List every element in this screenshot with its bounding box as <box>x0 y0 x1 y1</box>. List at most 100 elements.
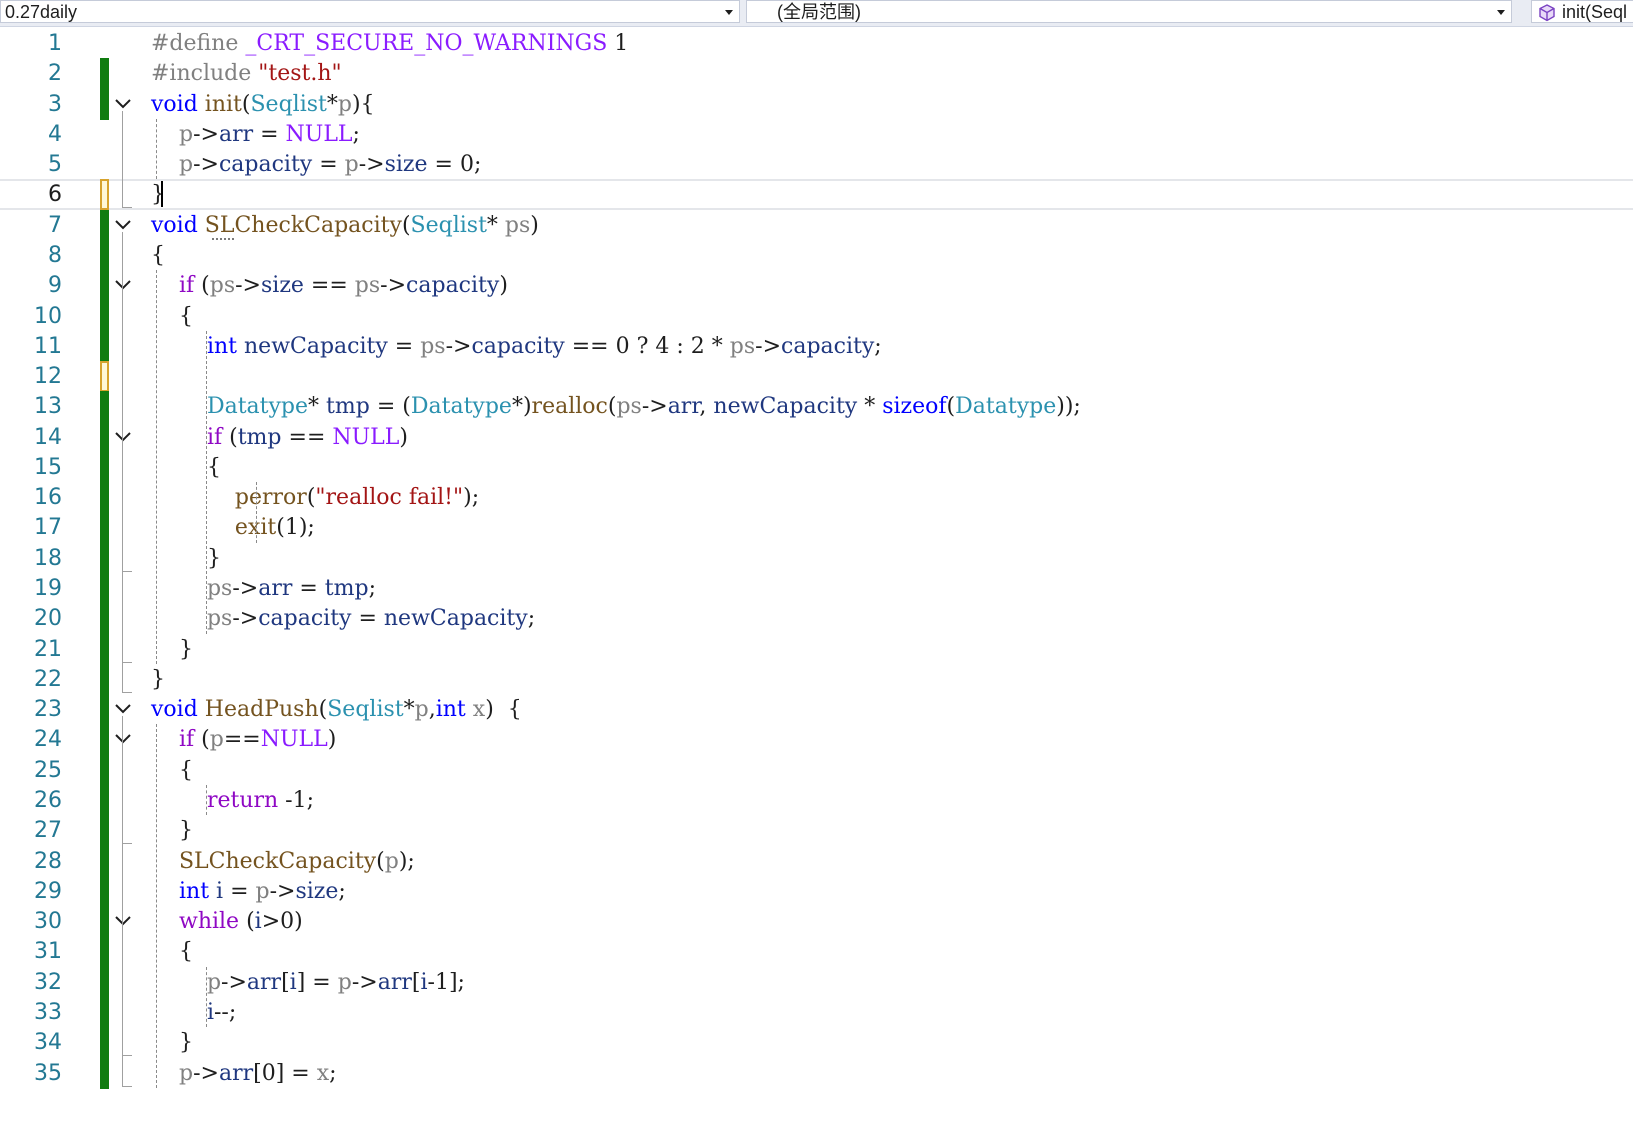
code-token: ps <box>206 606 233 632</box>
code-token: * <box>403 697 415 723</box>
code-line[interactable]: 5 p->capacity = p->size = 0; <box>0 149 1633 180</box>
code-line[interactable]: 8{ <box>0 239 1633 271</box>
code-line[interactable]: 26 return -1; <box>0 785 1633 816</box>
code-token: -> <box>641 394 668 420</box>
code-token: sizeof <box>882 394 947 420</box>
code-line[interactable]: 7 void SLCheckCapacity(Seqlist* ps) <box>0 209 1633 241</box>
code-line[interactable]: 35 p->arr[0] = x; <box>0 1057 1633 1089</box>
project-dropdown[interactable]: 0.27daily <box>0 0 740 23</box>
line-number: 14 <box>34 424 62 450</box>
code-line[interactable]: 18 } <box>0 542 1633 574</box>
code-line[interactable]: 17 exit(1); <box>0 512 1633 544</box>
code-line[interactable]: 28 SLCheckCapacity(p); <box>0 845 1633 877</box>
change-saved-marker <box>100 663 109 695</box>
code-line[interactable]: 2 #include "test.h" <box>0 58 1633 90</box>
code-line[interactable]: 16 perror("realloc fail!"); <box>0 482 1633 514</box>
code-line[interactable]: 20 ps->capacity = newCapacity; <box>0 603 1633 635</box>
scope-dropdown[interactable]: (全局范围) <box>746 0 1512 23</box>
code-token: ps <box>209 273 236 299</box>
code-token: - <box>427 969 435 995</box>
code-line[interactable]: 24 if (p==NULL) <box>0 724 1633 756</box>
code-token: ; <box>329 1060 337 1086</box>
change-unsaved-marker <box>100 361 109 393</box>
code-text: } <box>151 634 193 665</box>
code-line[interactable]: 21 } <box>0 633 1633 665</box>
member-dropdown[interactable]: init(Seql <box>1531 0 1633 23</box>
code-token: p <box>255 878 270 904</box>
code-line[interactable]: 4 p->arr = NULL; <box>0 119 1633 150</box>
code-line[interactable]: 14 if (tmp == NULL) <box>0 421 1633 453</box>
code-line[interactable]: 31 { <box>0 936 1633 968</box>
code-text: if (tmp == NULL) <box>151 422 408 453</box>
collapse-chevron-icon[interactable] <box>114 431 132 443</box>
collapse-chevron-icon[interactable] <box>114 98 132 110</box>
code-token: == <box>223 727 261 753</box>
line-number: 33 <box>34 999 62 1025</box>
code-line[interactable]: 32 p->arr[i] = p->arr[i-1]; <box>0 966 1633 998</box>
code-line[interactable]: 10 { <box>0 300 1633 332</box>
code-line[interactable]: 22} <box>0 663 1633 695</box>
code-line[interactable]: 30 while (i>0) <box>0 906 1633 938</box>
collapse-chevron-icon[interactable] <box>114 703 132 715</box>
outline-guide <box>122 110 123 208</box>
code-text: { <box>151 301 193 332</box>
code-token: = <box>351 606 384 632</box>
collapse-chevron-icon[interactable] <box>114 219 132 231</box>
code-text: i--; <box>151 997 236 1028</box>
line-number: 12 <box>34 364 62 390</box>
code-text: #define _CRT_SECURE_NO_WARNINGS 1 <box>151 28 628 59</box>
code-token: if <box>178 273 195 299</box>
code-token: Seqlist <box>250 91 327 117</box>
code-token: ps <box>354 273 381 299</box>
code-token: capacity <box>406 273 500 299</box>
code-token: ; <box>473 152 482 178</box>
line-number: 16 <box>34 485 62 511</box>
outline-guide <box>122 746 123 844</box>
code-token: p <box>178 1060 194 1086</box>
change-saved-marker <box>100 239 109 271</box>
code-line[interactable]: 27 } <box>0 815 1633 847</box>
code-line[interactable]: 6} <box>0 179 1633 211</box>
collapse-chevron-icon[interactable] <box>114 733 132 745</box>
code-token: ) <box>499 273 508 299</box>
code-token: ( <box>222 424 238 450</box>
code-line[interactable]: 34 } <box>0 1027 1633 1059</box>
code-line[interactable]: 11 int newCapacity = ps->capacity == 0 ?… <box>0 330 1633 362</box>
code-line[interactable]: 3 void init(Seqlist*p){ <box>0 88 1633 120</box>
code-line[interactable]: 19 ps->arr = tmp; <box>0 573 1633 605</box>
code-editor[interactable]: 1 #define _CRT_SECURE_NO_WARNINGS 1 2 #incl… <box>0 28 1633 1135</box>
code-text: if (ps->size == ps->capacity) <box>151 270 508 301</box>
chevron-down-icon <box>1497 10 1505 15</box>
code-token: Datatype <box>410 394 512 420</box>
code-line[interactable]: 13 Datatype* tmp = (Datatype*)realloc(ps… <box>0 391 1633 423</box>
code-line[interactable]: 12 <box>0 361 1633 393</box>
code-line[interactable]: 15 { <box>0 451 1633 483</box>
line-number: 4 <box>48 121 62 147</box>
code-token: { <box>151 454 221 480</box>
line-number: 2 <box>48 61 62 87</box>
collapse-chevron-icon[interactable] <box>114 279 132 291</box>
code-line[interactable]: 23 void HeadPush(Seqlist*p,int x) { <box>0 694 1633 726</box>
line-number: 5 <box>48 152 62 178</box>
code-text: p->capacity = p->size = 0; <box>151 149 481 180</box>
code-token: = <box>427 152 460 178</box>
code-token: 1 <box>284 515 299 541</box>
code-line[interactable]: 33 i--; <box>0 996 1633 1028</box>
code-token: arr <box>667 394 700 420</box>
code-line[interactable]: 29 int i = p->size; <box>0 875 1633 907</box>
outline-guide-end <box>122 1055 132 1057</box>
code-token: ) { <box>485 697 522 723</box>
code-line[interactable]: 25 { <box>0 754 1633 786</box>
code-line[interactable]: 9 if (ps->size == ps->capacity) <box>0 270 1633 302</box>
code-token: ]; <box>448 969 465 995</box>
code-token: arr <box>218 1060 254 1086</box>
collapse-chevron-icon[interactable] <box>114 915 132 927</box>
code-token: 1 <box>434 969 449 995</box>
code-token: == <box>281 424 333 450</box>
line-number: 19 <box>34 576 62 602</box>
code-line[interactable]: 1 #define _CRT_SECURE_NO_WARNINGS 1 <box>0 28 1633 59</box>
change-saved-marker <box>100 88 109 120</box>
